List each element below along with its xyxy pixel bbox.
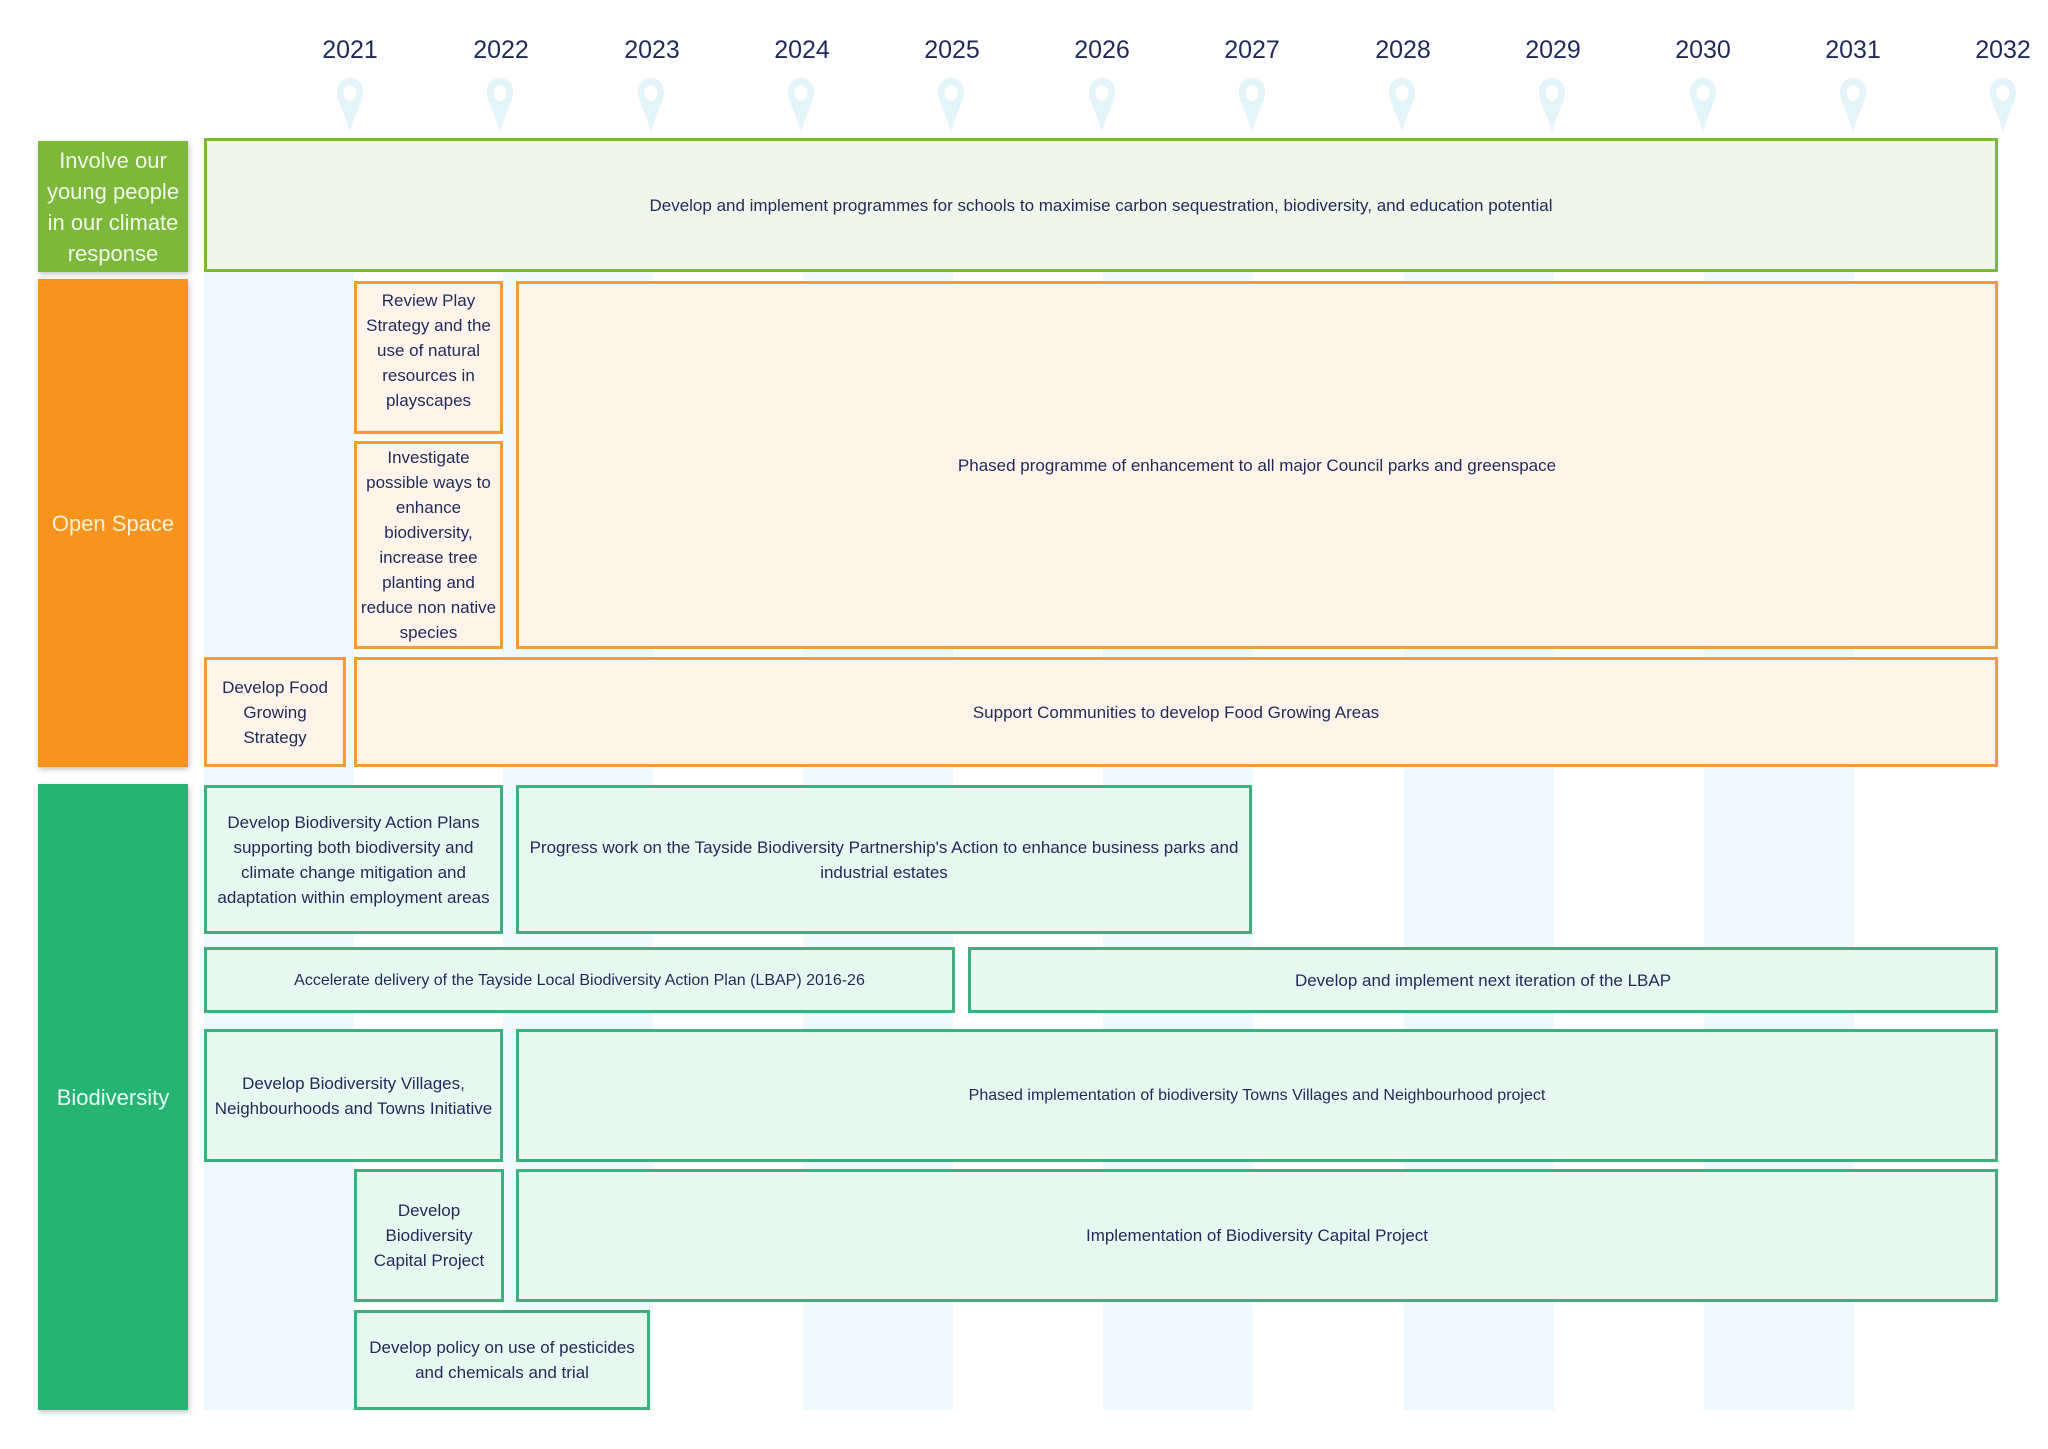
year-label: 2030 [1675, 36, 1731, 64]
action-text: Develop and implement next iteration of … [1294, 970, 1672, 990]
action-box: Develop Food Growing Strategy [204, 657, 346, 767]
category-label: Open Space [51, 510, 175, 536]
action-text: Investigate possible ways to enhance bio… [360, 448, 497, 642]
map-pin-icon [1539, 78, 1566, 133]
action-text: Develop policy on use of pesticides and … [369, 1338, 635, 1382]
action-box: Develop policy on use of pesticides and … [354, 1310, 650, 1410]
action-box: Implementation of Biodiversity Capital P… [516, 1169, 1998, 1302]
year-label: 2027 [1224, 36, 1280, 64]
action-text: Review Play Strategy and the use of natu… [366, 291, 491, 410]
action-text: Phased implementation of biodiversity To… [968, 1087, 1546, 1104]
map-pin-icon [938, 78, 965, 133]
year-label: 2029 [1525, 36, 1581, 64]
map-pin-icon [1389, 78, 1416, 133]
year-label: 2021 [322, 36, 378, 64]
map-pin-icon [1689, 78, 1716, 133]
action-box: Phased programme of enhancement to all m… [516, 281, 1998, 649]
map-pin-icon [637, 78, 664, 133]
action-box: Develop Biodiversity Action Plans suppor… [204, 785, 503, 934]
action-text: Support Communities to develop Food Grow… [972, 702, 1380, 722]
action-text: Accelerate delivery of the Tayside Local… [294, 971, 865, 989]
map-pin-icon [1238, 78, 1265, 133]
action-text: Phased programme of enhancement to all m… [957, 455, 1557, 475]
year-label: 2024 [774, 36, 830, 64]
action-box: Review Play Strategy and the use of natu… [354, 281, 503, 434]
action-text: Develop Biodiversity Capital Project [373, 1201, 485, 1270]
action-box: Progress work on the Tayside Biodiversit… [516, 785, 1252, 934]
action-text: Develop and implement programmes for sch… [649, 195, 1553, 215]
year-label: 2032 [1975, 36, 2031, 64]
action-box: Develop Biodiversity Capital Project [354, 1169, 504, 1302]
action-text: Implementation of Biodiversity Capital P… [1085, 1226, 1429, 1245]
action-text: Progress work on the Tayside Biodiversit… [529, 837, 1239, 882]
map-pin-icon [1840, 78, 1866, 133]
map-pin-icon [1990, 78, 2017, 133]
action-box: Support Communities to develop Food Grow… [354, 657, 1998, 767]
action-box: Accelerate delivery of the Tayside Local… [204, 947, 955, 1013]
year-label: 2025 [924, 36, 980, 64]
action-box: Develop and implement programmes for sch… [204, 138, 1998, 272]
action-text: Develop Food Growing Strategy [222, 677, 328, 747]
map-pin-icon [337, 78, 363, 133]
action-text: Develop Biodiversity Villages, Neighbour… [214, 1073, 493, 1118]
action-text: Develop Biodiversity Action Plans suppor… [217, 812, 490, 907]
year-label: 2031 [1825, 36, 1881, 64]
map-pin-icon [787, 78, 814, 133]
category-label: Involve our young people in our climate … [46, 147, 180, 266]
map-pin-icon [1088, 78, 1115, 133]
action-box: Investigate possible ways to enhance bio… [354, 441, 503, 649]
action-box: Phased implementation of biodiversity To… [516, 1029, 1998, 1162]
category-label: Biodiversity [56, 1084, 170, 1110]
action-box: Develop Biodiversity Villages, Neighbour… [204, 1029, 503, 1162]
category-biodiversity: Biodiversity [38, 784, 188, 1410]
action-box: Develop and implement next iteration of … [968, 947, 1998, 1013]
year-label: 2023 [624, 36, 680, 64]
year-label: 2028 [1375, 36, 1431, 64]
year-label: 2026 [1074, 36, 1130, 64]
year-label: 2022 [473, 36, 529, 64]
map-pin-icon [487, 78, 514, 133]
category-open-space: Open Space [38, 279, 188, 767]
category-young-people: Involve our young people in our climate … [38, 141, 188, 272]
